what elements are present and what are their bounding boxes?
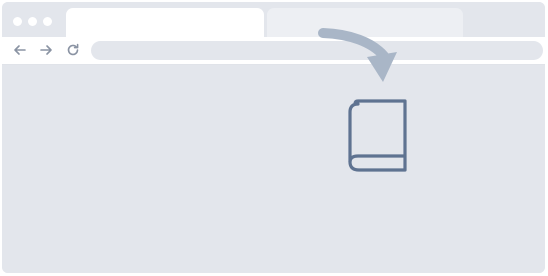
page-content bbox=[2, 65, 545, 273]
title-bar bbox=[2, 2, 545, 37]
forward-arrow-icon bbox=[40, 45, 52, 55]
reload-icon bbox=[67, 43, 79, 56]
toolbar bbox=[2, 37, 545, 65]
address-bar[interactable] bbox=[91, 41, 543, 60]
window-control-dot[interactable] bbox=[28, 17, 37, 26]
window-control-dot[interactable] bbox=[43, 17, 52, 26]
back-button[interactable] bbox=[11, 41, 29, 59]
tab-active[interactable] bbox=[66, 8, 264, 37]
reload-button[interactable] bbox=[64, 41, 82, 59]
forward-button[interactable] bbox=[37, 41, 55, 59]
book-icon bbox=[348, 99, 407, 172]
window-control-dot[interactable] bbox=[13, 17, 22, 26]
back-arrow-icon bbox=[14, 45, 26, 55]
tab-inactive[interactable] bbox=[267, 8, 463, 37]
browser-window bbox=[2, 2, 545, 273]
